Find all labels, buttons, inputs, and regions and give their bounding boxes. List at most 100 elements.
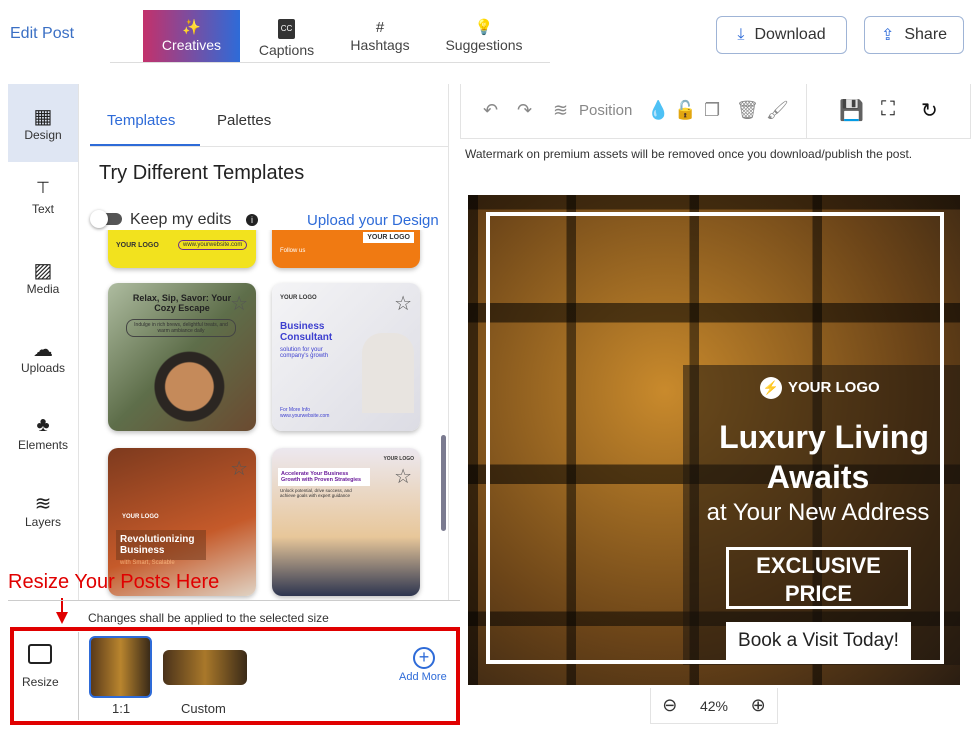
card-title: Business Consultant (280, 321, 333, 343)
duplicate-icon[interactable]: ❐ (704, 100, 720, 121)
tab-label: Hashtags (350, 37, 410, 53)
card-site: www.yourwebsite.com (178, 240, 248, 250)
keep-edits-label: Keep my edits (130, 211, 232, 228)
zoom-out-icon[interactable]: ⊖ (662, 695, 677, 716)
card-title: Revolutionizing Business (116, 530, 206, 560)
download-button[interactable]: ⤓ Download (716, 16, 847, 54)
redo-icon[interactable]: ↷ (517, 100, 532, 121)
tab-templates[interactable]: Templates (107, 112, 175, 129)
star-icon[interactable]: ☆ (230, 291, 248, 316)
undo-icon[interactable]: ↶ (483, 100, 498, 121)
canvas-logo: YOUR LOGO (788, 379, 880, 396)
tab-palettes[interactable]: Palettes (217, 112, 271, 129)
star-icon[interactable]: ☆ (230, 456, 248, 481)
resize-annotation: Resize Your Posts Here (8, 571, 220, 593)
template-card[interactable]: Relax, Sip, Savor: Your Cozy Escape Indul… (108, 283, 256, 431)
tab-hashtags[interactable]: # Hashtags (340, 10, 420, 62)
tab-creatives[interactable]: ✨ Creatives (143, 10, 240, 62)
share-label: Share (904, 26, 948, 43)
tab-label: Suggestions (445, 37, 523, 53)
card-sub: with Smart, Scalable (120, 560, 175, 566)
divider (8, 600, 460, 601)
reset-icon[interactable]: ↻ (921, 98, 938, 123)
tab-label: Captions (258, 41, 315, 58)
template-card[interactable]: Accelerate Your Business Growth with Pro… (272, 448, 420, 596)
upload-design-link[interactable]: Upload your Design (307, 212, 439, 229)
resize-note: Changes shall be applied to the selected… (88, 611, 329, 625)
star-icon[interactable]: ☆ (394, 291, 412, 316)
sidebar-label: Layers (24, 515, 62, 529)
sidebar: ▦ Design ⊤ Text ▨ Media ☁ Uploads ♣ Elements … (8, 84, 79, 600)
sidebar-item-design[interactable]: ▦ Design (8, 84, 78, 162)
arrow-head-icon (56, 612, 68, 624)
sidebar-item-text[interactable]: ⊤ Text (8, 178, 78, 216)
zoom-in-icon[interactable]: ⊕ (751, 695, 766, 716)
template-card[interactable]: Follow us YOUR LOGO (272, 230, 420, 268)
sidebar-label: Elements (17, 438, 69, 452)
card-title: Accelerate Your Business Growth with Pro… (278, 468, 370, 486)
post-canvas[interactable]: ⚡ YOUR LOGO Luxury Living Awaits at Your… (468, 195, 960, 685)
card-logo: YOUR LOGO (116, 242, 159, 249)
shapes-icon: ♣ (36, 414, 50, 436)
text-icon: ⊤ (36, 180, 50, 197)
top-bar: Edit Post ✨ Creatives CC Captions # Hashtag… (0, 0, 560, 62)
sidebar-label: Uploads (20, 361, 66, 375)
star-icon[interactable]: ☆ (394, 464, 412, 489)
badge-line: PRICE (784, 581, 853, 606)
sidebar-item-media[interactable]: ▨ Media (8, 258, 78, 296)
template-grid: YOUR LOGO www.yourwebsite.com Follow us YO… (98, 230, 448, 600)
layers-stack-icon: ≋ (553, 100, 569, 120)
zoom-control: ⊖ 42% ⊕ (650, 688, 778, 724)
layers-icon: ≋ (34, 493, 52, 515)
exclusive-price-badge: EXCLUSIVE PRICE (726, 547, 911, 609)
magic-wand-icon: ✨ (182, 19, 201, 36)
image-icon: ▨ (33, 260, 53, 282)
template-card[interactable]: YOUR LOGO Business Consultant solution for… (272, 283, 420, 431)
unlock-icon[interactable]: 🔓 (674, 100, 696, 121)
download-label: Download (754, 26, 826, 43)
canvas-subheadline: at Your New Address (706, 499, 930, 526)
sidebar-item-layers[interactable]: ≋ Layers (8, 491, 78, 529)
trash-icon[interactable]: 🗑 (736, 100, 759, 121)
download-icon: ⤓ (737, 26, 745, 43)
card-logo: YOUR LOGO (122, 514, 159, 520)
sidebar-label: Text (31, 202, 54, 216)
card-text: Unlock potential, drive success, and ach… (280, 488, 352, 498)
cloud-upload-icon: ☁ (33, 339, 53, 361)
divider (448, 84, 449, 600)
badge-line: EXCLUSIVE (756, 553, 881, 578)
keep-edits-toggle[interactable] (90, 210, 122, 228)
position-button[interactable]: Position (579, 102, 632, 119)
card-text: Indulge in rich brews, delightful treats… (126, 319, 236, 337)
canvas-headline-2: Awaits (766, 459, 870, 495)
panel-title: Try Different Templates (99, 162, 305, 184)
cta-button: Book a Visit Today! (726, 622, 911, 660)
tab-label: Creatives (161, 37, 222, 53)
cc-icon: CC (277, 18, 296, 39)
tab-suggestions[interactable]: 💡 Suggestions (440, 10, 528, 62)
divider (110, 62, 550, 63)
editor-toolbar: ↶ ↷ ≋ Position 💧 🔓 ❐ 🗑 🖌 💾 ⛶ ↻ (460, 84, 971, 139)
format-painter-icon[interactable]: 🖌 (766, 100, 789, 121)
opacity-icon[interactable]: 💧 (647, 100, 669, 121)
save-icon[interactable]: 💾 (839, 98, 864, 123)
sidebar-label: Media (26, 282, 60, 296)
tab-captions[interactable]: CC Captions (248, 10, 325, 62)
share-button[interactable]: ⇪ Share (864, 16, 964, 54)
template-card[interactable]: YOUR LOGO www.yourwebsite.com (108, 230, 256, 268)
page-title: Edit Post (10, 25, 75, 42)
fullscreen-icon[interactable]: ⛶ (881, 98, 895, 121)
canvas-headline: Luxury Living (719, 419, 929, 455)
sidebar-item-uploads[interactable]: ☁ Uploads (8, 337, 78, 375)
info-icon[interactable]: i (246, 214, 258, 226)
card-follow: Follow us (280, 248, 306, 254)
hash-icon: # (375, 19, 385, 36)
grid-icon: ▦ (33, 106, 53, 128)
templates-panel: Templates Palettes Try Different Templat… (80, 84, 448, 600)
scrollbar[interactable] (441, 435, 446, 531)
resize-highlight-box (10, 627, 460, 725)
sidebar-label: Design (24, 128, 62, 142)
sidebar-item-elements[interactable]: ♣ Elements (8, 414, 78, 452)
card-title: Relax, Sip, Savor: Your Cozy Escape (132, 293, 232, 313)
lightning-icon: ⚡ (760, 377, 782, 399)
